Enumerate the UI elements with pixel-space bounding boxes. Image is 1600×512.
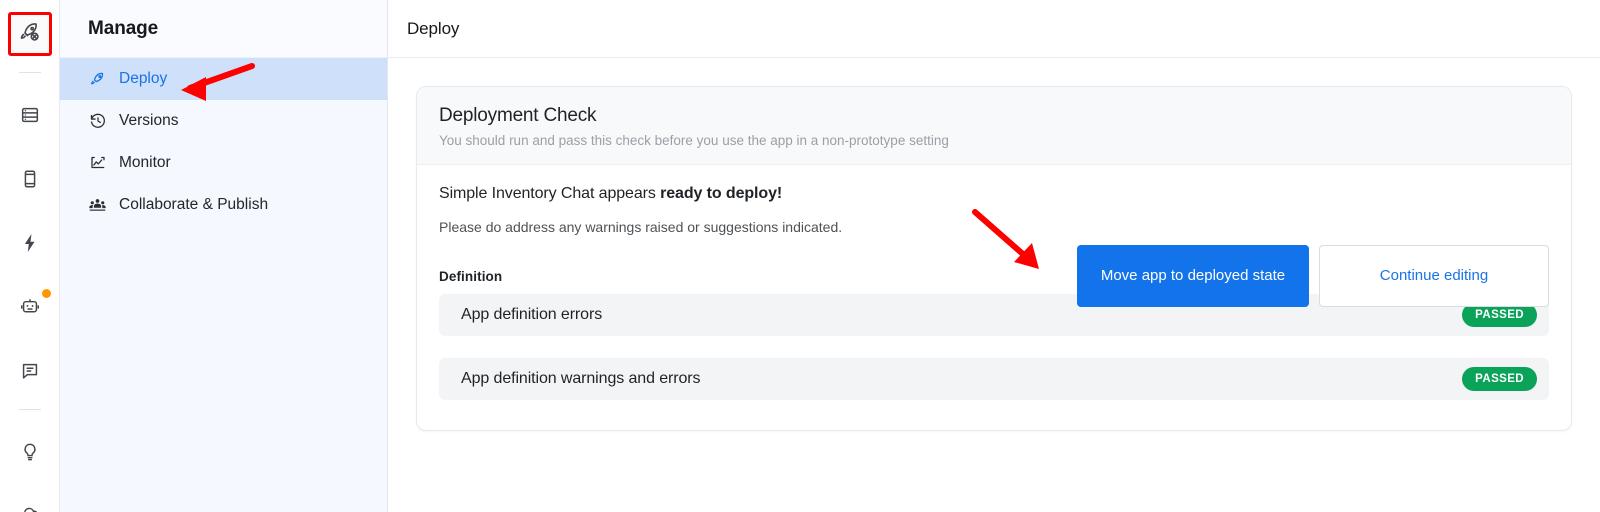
- rocket-icon: [18, 20, 42, 49]
- monitor-icon: [88, 154, 107, 173]
- check-label: App definition errors: [461, 306, 603, 323]
- robot-icon: [19, 296, 41, 323]
- card-body: Simple Inventory Chat appears ready to d…: [417, 165, 1571, 430]
- people-icon: [88, 196, 107, 215]
- rail-item-bulb[interactable]: [8, 432, 52, 476]
- card-header: Deployment Check You should run and pass…: [417, 87, 1571, 165]
- table-row[interactable]: App definition warnings and errors PASSE…: [439, 358, 1549, 400]
- sidebar-item-label: Collaborate & Publish: [119, 196, 269, 213]
- deploy-note: Please do address any warnings raised or…: [439, 219, 843, 235]
- chat-icon: [19, 360, 41, 387]
- main-body: Deployment Check You should run and pass…: [388, 58, 1600, 431]
- manage-sidebar: Manage Deploy Versions Monitor Collabora…: [60, 0, 388, 512]
- sidebar-item-versions[interactable]: Versions: [60, 100, 387, 142]
- card-subtitle: You should run and pass this check befor…: [439, 133, 949, 148]
- lightning-icon: [19, 232, 41, 259]
- card-title: Deployment Check: [439, 105, 597, 126]
- sidebar-item-collaborate-publish[interactable]: Collaborate & Publish: [60, 184, 387, 226]
- status-strong: ready to deploy!: [660, 185, 783, 202]
- page-title: Deploy: [388, 0, 1600, 58]
- sidebar-item-deploy[interactable]: Deploy: [60, 58, 387, 100]
- rocket-icon: [88, 70, 107, 89]
- action-buttons: Move app to deployed state Continue edit…: [1077, 245, 1549, 307]
- database-icon: [19, 104, 41, 131]
- rail-item-chat[interactable]: [8, 351, 52, 395]
- rail-item-cloud[interactable]: [8, 494, 52, 512]
- status-prefix: Simple Inventory Chat appears: [439, 185, 661, 202]
- sidebar-title: Manage: [60, 0, 387, 58]
- move-app-to-deployed-state-button[interactable]: Move app to deployed state: [1077, 245, 1309, 307]
- status-badge: PASSED: [1462, 367, 1537, 391]
- rail-item-mobile[interactable]: [8, 159, 52, 203]
- sidebar-item-label: Deploy: [119, 70, 168, 87]
- rail-item-rocket[interactable]: [7, 12, 52, 56]
- cloud-upload-icon: [19, 503, 41, 512]
- deployment-check-card: Deployment Check You should run and pass…: [416, 86, 1572, 431]
- sidebar-nav-list: Deploy Versions Monitor Collaborate & Pu…: [60, 58, 387, 226]
- sidebar-item-label: Versions: [119, 112, 179, 129]
- rail-divider-2: [18, 409, 41, 410]
- history-icon: [88, 112, 107, 131]
- sidebar-item-label: Monitor: [119, 154, 171, 171]
- mobile-icon: [19, 168, 41, 195]
- deploy-status-text: Simple Inventory Chat appears ready to d…: [439, 185, 1549, 203]
- check-label: App definition warnings and errors: [461, 370, 701, 387]
- icon-rail: [0, 0, 60, 512]
- app-root: Manage Deploy Versions Monitor Collabora…: [0, 0, 1600, 512]
- rail-item-bolt[interactable]: [8, 223, 52, 267]
- rail-item-robot[interactable]: [8, 287, 52, 331]
- main-panel: Deploy Deployment Check You should run a…: [388, 0, 1600, 512]
- continue-editing-button[interactable]: Continue editing: [1319, 245, 1549, 307]
- rail-divider: [18, 72, 41, 73]
- rail-item-database[interactable]: [8, 95, 52, 139]
- sidebar-item-monitor[interactable]: Monitor: [60, 142, 387, 184]
- lightbulb-icon: [19, 441, 41, 468]
- notification-dot: [41, 289, 51, 298]
